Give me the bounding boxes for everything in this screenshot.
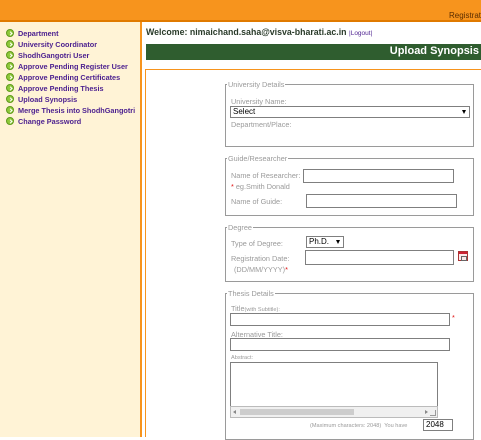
thesis-title-field[interactable]	[230, 313, 450, 326]
sidebar-item-change-password[interactable]: Change Password	[0, 116, 140, 127]
registration-date-label: Registration Date:	[231, 254, 290, 263]
example-hint: * eg.Smith Donald	[231, 182, 290, 191]
sidebar-item-university-coordinator[interactable]: University Coordinator	[0, 39, 140, 50]
page-title: Upload Synopsis	[389, 45, 479, 57]
max-characters-note: (Maximum characters: 2048) You have	[310, 423, 408, 429]
scroll-left-icon[interactable]	[233, 410, 236, 414]
scroll-right-icon[interactable]	[425, 410, 428, 414]
guide-name-field[interactable]	[306, 194, 457, 208]
alternative-title-field[interactable]	[230, 338, 450, 351]
welcome-message: Welcome: nimaichand.saha@visva-bharati.a…	[146, 27, 372, 37]
sidebar-item-approve-register-user[interactable]: Approve Pending Register User	[0, 61, 140, 72]
logout-link[interactable]: |Logout|	[349, 30, 372, 37]
section-legend: Guide/Researcher	[228, 154, 288, 163]
abstract-horizontal-scrollbar[interactable]	[230, 406, 438, 418]
abstract-label: Abstract:	[231, 355, 254, 361]
required-mark: *	[285, 265, 288, 274]
section-legend: Thesis Details	[228, 289, 274, 298]
sidebar-item-label: Approve Pending Thesis	[18, 83, 104, 93]
degree-type-select[interactable]: Ph.D.	[306, 236, 344, 248]
section-legend: Degree	[228, 223, 252, 232]
check-circle-icon	[6, 73, 14, 82]
researcher-name-label: Name of Researcher:	[231, 171, 301, 180]
sidebar-item-label: Approve Pending Register User	[18, 61, 128, 71]
sidebar-item-department[interactable]: Department	[0, 28, 140, 39]
resize-grip-icon[interactable]	[430, 410, 436, 416]
check-circle-icon	[6, 117, 14, 126]
university-name-label: University Name:	[231, 97, 287, 106]
check-circle-icon	[6, 51, 14, 60]
sidebar-item-label: University Coordinator	[18, 39, 98, 49]
researcher-name-field[interactable]	[303, 169, 454, 183]
top-banner: Registrat	[0, 0, 481, 22]
registration-date-format: (DD/MM/YYYY)*	[234, 265, 288, 274]
sidebar-item-label: Merge Thesis into ShodhGangotri	[18, 105, 136, 115]
university-name-value: Select	[233, 107, 256, 116]
registration-link[interactable]: Registrat	[449, 11, 481, 20]
chevron-down-icon	[336, 240, 340, 244]
guide-name-label: Name of Guide:	[231, 197, 283, 206]
sidebar-item-label: Approve Pending Certificates	[18, 72, 121, 82]
page-title-bar: Upload Synopsis	[146, 44, 481, 60]
sidebar: Department University Coordinator ShodhG…	[0, 22, 142, 437]
check-circle-icon	[6, 40, 14, 49]
registration-date-field[interactable]	[305, 250, 454, 265]
degree-type-value: Ph.D.	[309, 237, 330, 246]
sidebar-item-approve-thesis[interactable]: Approve Pending Thesis	[0, 83, 140, 94]
calendar-icon[interactable]	[458, 251, 468, 261]
scrollbar-thumb[interactable]	[240, 409, 354, 415]
welcome-text: Welcome: nimaichand.saha@visva-bharati.a…	[146, 27, 347, 37]
sidebar-item-approve-certificates[interactable]: Approve Pending Certificates	[0, 72, 140, 83]
sidebar-item-label: ShodhGangotri User	[18, 50, 90, 60]
sidebar-item-label: Department	[18, 28, 59, 38]
sidebar-item-upload-synopsis[interactable]: Upload Synopsis	[0, 94, 140, 105]
sidebar-item-label: Change Password	[18, 116, 82, 126]
sidebar-item-label: Upload Synopsis	[18, 94, 78, 104]
section-legend: University Details	[228, 80, 285, 89]
degree-type-label: Type of Degree:	[231, 239, 283, 248]
required-mark: *	[452, 313, 455, 322]
sidebar-item-shodhgangotri-user[interactable]: ShodhGangotri User	[0, 50, 140, 61]
characters-remaining-field: 2048	[423, 419, 453, 431]
required-mark: *	[231, 182, 234, 191]
check-circle-icon	[6, 106, 14, 115]
sidebar-item-merge-thesis[interactable]: Merge Thesis into ShodhGangotri	[0, 105, 140, 116]
check-circle-icon	[6, 29, 14, 38]
check-circle-icon	[6, 95, 14, 104]
check-circle-icon	[6, 84, 14, 93]
abstract-textarea[interactable]	[230, 362, 438, 408]
chevron-down-icon	[462, 110, 466, 114]
department-place-label: Department/Place:	[231, 120, 292, 129]
title-label: Title(with Subtitle):	[231, 304, 280, 313]
university-name-select[interactable]: Select	[230, 106, 470, 118]
check-circle-icon	[6, 62, 14, 71]
